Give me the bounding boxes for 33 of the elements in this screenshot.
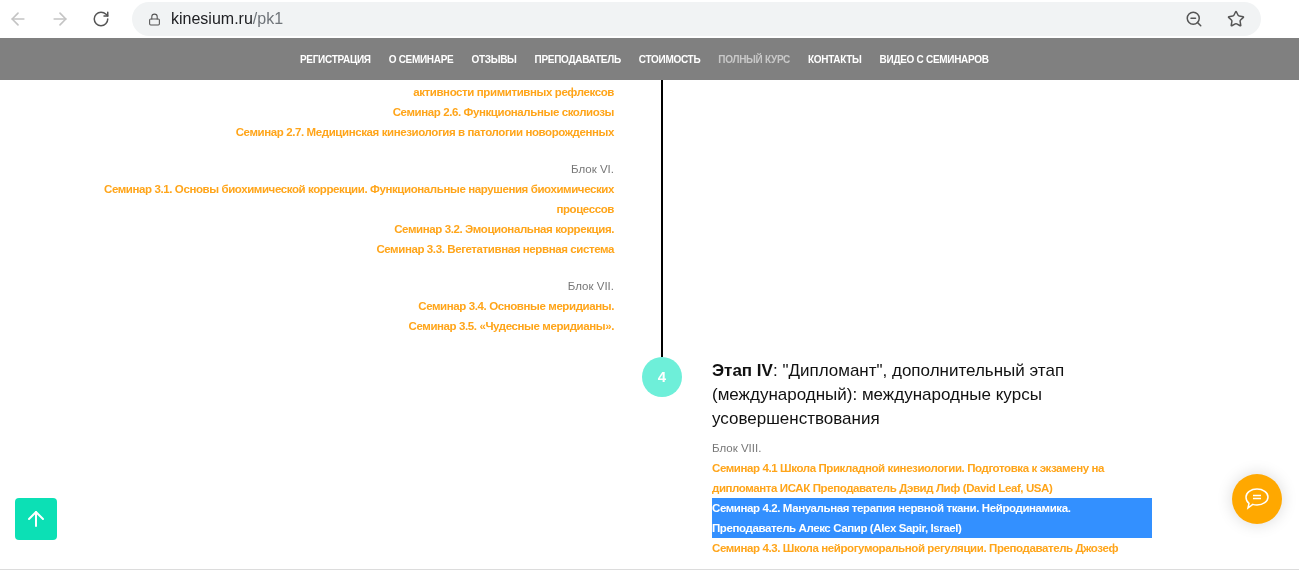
block-label: Блок VII.: [567, 280, 614, 292]
nav-link[interactable]: ПРЕПОДАВАТЕЛЬ: [534, 51, 621, 67]
seminar-link[interactable]: Семинар 2.7. Медицинская кинезиология в патологии новорожденных: [235, 122, 614, 142]
scroll-up-button[interactable]: [15, 498, 57, 540]
seminar-link[interactable]: Семинар 3.4. Основные меридианы.: [418, 296, 614, 316]
nav-link[interactable]: ВИДЕО С СЕМИНАРОВ: [879, 51, 989, 67]
block-label: Блок VIII.: [712, 442, 762, 454]
block-label: Блок VI.: [571, 163, 614, 175]
nav-link[interactable]: СТОИМОСТЬ: [638, 51, 701, 67]
url-text: kinesium.ru/pk1: [171, 9, 284, 29]
seminar-link[interactable]: Семинар 3.5. «Чудесные меридианы».: [408, 316, 614, 336]
seminar-link[interactable]: Семинар 2.6. Функциональные сколиозы: [392, 102, 614, 122]
chat-bubble-icon: [1244, 487, 1270, 511]
nav-link[interactable]: КОНТАКТЫ: [807, 51, 862, 67]
address-bar[interactable]: kinesium.ru/pk1: [132, 2, 1261, 36]
seminar-link[interactable]: Семинар 4.3. Школа нейрогуморальной регуляции. Преподаватель Джозеф: [712, 538, 1119, 558]
nav-link[interactable]: РЕГИСТРАЦИЯ: [300, 51, 371, 67]
star-icon[interactable]: [1227, 10, 1245, 28]
stage-number-badge: 4: [642, 357, 682, 397]
seminar-link[interactable]: Семинар 3.3. Вегетативная нервная система: [376, 239, 614, 259]
lock-icon: [148, 12, 161, 26]
nav-link[interactable]: ПОЛНЫЙ КУРС: [718, 51, 790, 67]
nav-link[interactable]: О СЕМИНАРЕ: [388, 51, 454, 67]
seminar-link[interactable]: активности примитивных рефлексов: [413, 82, 614, 102]
seminar-link[interactable]: Семинар 4.1 Школа Прикладной кинезиологии. Подготовка к экзамену на дипломанта ИСАК Преподаватель Дэвид Лиф (David Leaf, USA): [712, 458, 1152, 498]
seminar-link[interactable]: Семинар 4.2. Мануальная терапия нервной ткани. Нейродинамика. Преподаватель Алекс Сапир (Alex Sapir, Israel): [712, 498, 1152, 538]
seminar-link[interactable]: Семинар 3.1. Основы биохимической коррекции. Функциональные нарушения биохимических процессов: [100, 179, 614, 219]
zoom-out-icon[interactable]: [1185, 10, 1203, 28]
nav-link[interactable]: ОТЗЫВЫ: [471, 51, 517, 67]
seminar-link[interactable]: Семинар 3.2. Эмоциональная коррекция.: [394, 219, 614, 239]
reload-icon[interactable]: [92, 10, 110, 28]
stage-title: Этап IV: "Дипломант", дополнительный этап (международный): международные курсы усовершенствования: [712, 360, 1066, 430]
chat-button[interactable]: [1232, 474, 1282, 524]
